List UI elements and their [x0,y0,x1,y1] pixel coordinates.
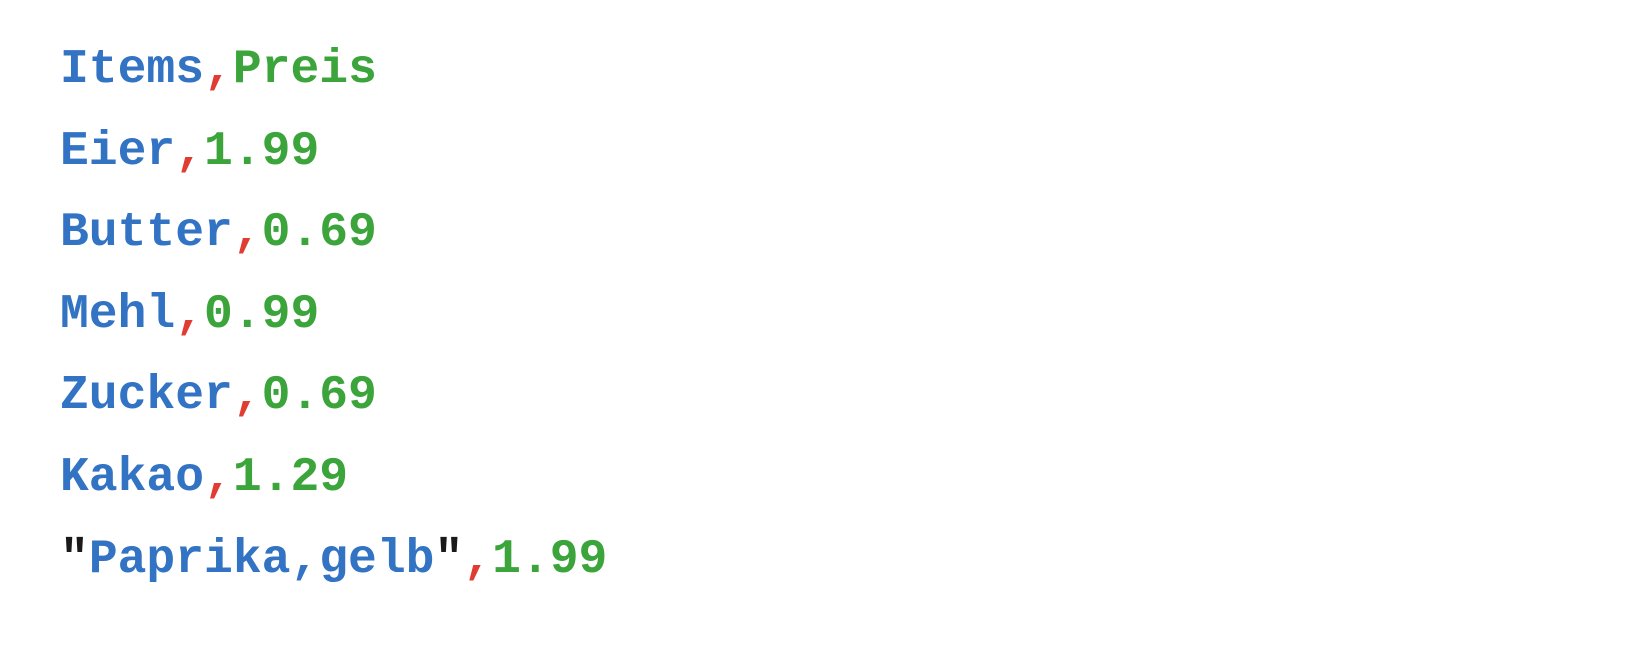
csv-token: Items [60,43,204,97]
csv-line: "Paprika,gelb",1.99 [60,520,1568,602]
csv-token: 1.99 [204,125,319,179]
csv-token: , [233,206,262,260]
csv-line: Items,Preis [60,30,1568,112]
csv-token: , [175,125,204,179]
csv-token: , [463,533,492,587]
csv-token: Paprika,gelb [89,533,435,587]
csv-token: 0.69 [262,369,377,423]
csv-token: Kakao [60,451,204,505]
csv-token: 0.99 [204,288,319,342]
csv-token: 1.29 [233,451,348,505]
csv-token: , [204,43,233,97]
csv-token: 0.69 [262,206,377,260]
csv-token: " [434,533,463,587]
csv-token: Mehl [60,288,175,342]
csv-line: Butter,0.69 [60,193,1568,275]
csv-line: Zucker,0.69 [60,356,1568,438]
csv-token: Preis [233,43,377,97]
csv-line: Mehl,0.99 [60,275,1568,357]
csv-token: Zucker [60,369,233,423]
csv-code-block: Items,PreisEier,1.99Butter,0.69Mehl,0.99… [60,30,1568,601]
csv-token: Butter [60,206,233,260]
csv-line: Eier,1.99 [60,112,1568,194]
csv-token: , [175,288,204,342]
csv-token: Eier [60,125,175,179]
csv-line: Kakao,1.29 [60,438,1568,520]
csv-token: , [233,369,262,423]
csv-token: 1.99 [492,533,607,587]
csv-token: , [204,451,233,505]
csv-token: " [60,533,89,587]
